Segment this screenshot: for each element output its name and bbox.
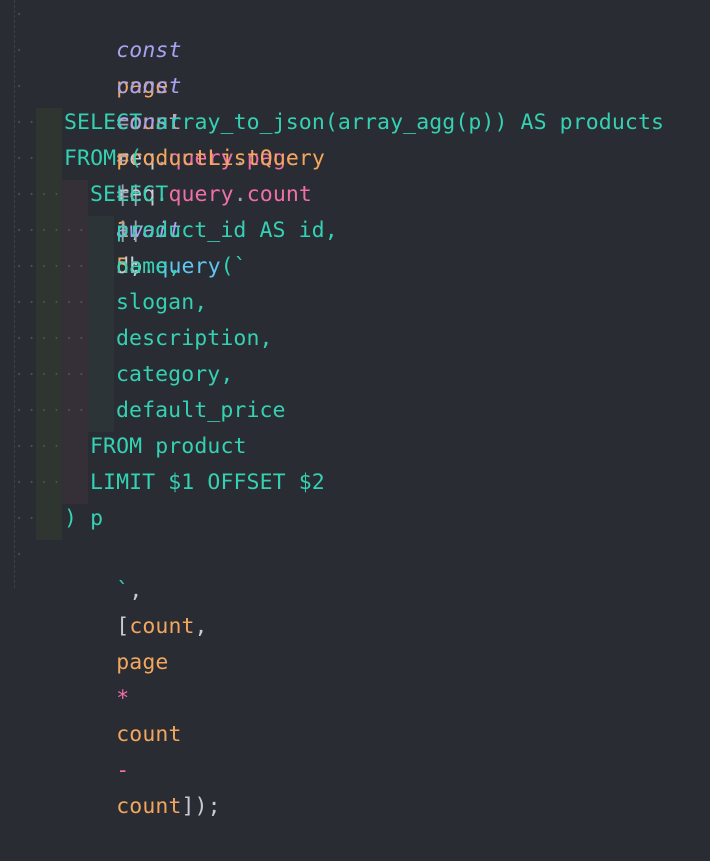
- code-line-9: ······ slogan,: [0, 285, 710, 321]
- whitespace-dots: ······: [15, 295, 90, 311]
- whitespace-dots: ····: [15, 439, 65, 455]
- whitespace-dots: ·: [15, 79, 28, 95]
- sql-text: default_price: [116, 398, 286, 423]
- identifier: count: [116, 794, 182, 819]
- identifier: page: [116, 650, 169, 675]
- comma: ,: [194, 614, 208, 639]
- sql-text: LIMIT $1 OFFSET $2: [90, 470, 325, 495]
- identifier: count: [116, 722, 182, 747]
- whitespace-dots: ······: [15, 403, 90, 419]
- sql-text: SELECT: [90, 182, 169, 207]
- code-line-15: ·· ) p: [0, 501, 710, 537]
- whitespace-dots: ·: [15, 547, 28, 563]
- whitespace-dots: ··: [15, 115, 40, 131]
- sql-text: product_id AS id,: [116, 218, 338, 243]
- whitespace-dots: ······: [15, 367, 90, 383]
- sql-text: ) p: [64, 506, 104, 531]
- code-line-16: · `, [count, page * count - count]);: [0, 537, 710, 819]
- bracket-close: ]);: [181, 794, 221, 819]
- sql-text: description,: [116, 326, 273, 351]
- whitespace-dots: ····: [15, 475, 65, 491]
- whitespace-dots: ··: [15, 511, 40, 527]
- code-line-7: ······ product_id AS id,: [0, 213, 710, 249]
- whitespace-dots: ······: [15, 331, 90, 347]
- code-line-13: ···· FROM product: [0, 429, 710, 465]
- whitespace-dots: ·: [15, 7, 28, 23]
- sql-text: FROM product: [90, 434, 247, 459]
- whitespace-dots: ··: [15, 151, 40, 167]
- code-line-14: ···· LIMIT $1 OFFSET $2: [0, 465, 710, 501]
- code-line-2: · const count = req.query.count || 5;: [0, 33, 710, 279]
- template-close: `: [116, 578, 130, 603]
- code-line-11: ······ category,: [0, 357, 710, 393]
- whitespace-dots: ····: [15, 187, 65, 203]
- code-line-8: ······ name,: [0, 249, 710, 285]
- code-line-12: ······ default_price: [0, 393, 710, 429]
- comma: ,: [129, 578, 143, 603]
- code-line-5: ·· FROM (: [0, 141, 710, 177]
- code-line-1: · const page = req.query.page || 1;: [0, 0, 710, 243]
- operator-multiply: *: [116, 686, 130, 711]
- code-editor[interactable]: · const page = req.query.page || 1; · co…: [0, 0, 710, 819]
- code-line-4: ·· SELECT array_to_json(array_agg(p)) AS…: [0, 105, 710, 141]
- code-line-6: ···· SELECT: [0, 177, 710, 213]
- sql-text: name,: [116, 254, 182, 279]
- sql-text: FROM (: [64, 146, 143, 171]
- whitespace-dots: ·: [15, 43, 28, 59]
- sql-text: category,: [116, 362, 234, 387]
- code-line-3: · const productListQuery = await db.quer…: [0, 69, 710, 279]
- bracket-open: [: [116, 614, 130, 639]
- identifier: count: [129, 614, 195, 639]
- sql-text: SELECT array_to_json(array_agg(p)) AS pr…: [64, 110, 665, 135]
- code-line-10: ······ description,: [0, 321, 710, 357]
- sql-text: slogan,: [116, 290, 208, 315]
- operator-minus: -: [116, 758, 130, 783]
- whitespace-dots: ······: [15, 223, 90, 239]
- whitespace-dots: ······: [15, 259, 90, 275]
